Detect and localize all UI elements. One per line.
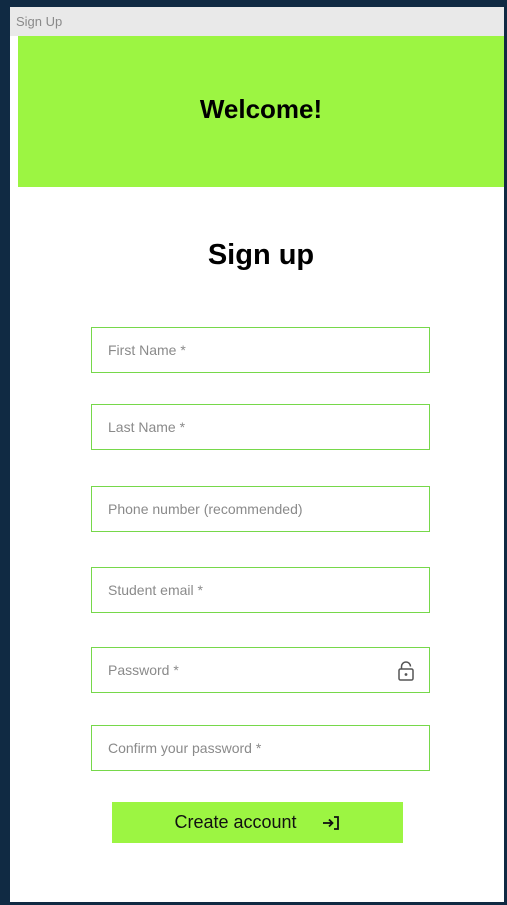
student-email-input[interactable]: [92, 568, 429, 612]
confirm-password-field[interactable]: [91, 725, 430, 771]
phone-field[interactable]: [91, 486, 430, 532]
signup-form: Sign up Create account: [18, 187, 504, 902]
password-field[interactable]: [91, 647, 430, 693]
sign-in-arrow-icon: [322, 815, 339, 830]
signup-window: Sign Up Welcome! Sign up First Name * La…: [10, 7, 504, 902]
welcome-text: Welcome!: [199, 94, 323, 124]
create-account-button[interactable]: Create account: [112, 802, 403, 843]
window-title: Sign Up: [10, 7, 504, 36]
last-name-input[interactable]: [92, 405, 429, 449]
student-email-field[interactable]: [91, 567, 430, 613]
create-account-label: Create account: [174, 812, 297, 832]
confirm-password-input[interactable]: [92, 726, 429, 770]
lock-icon[interactable]: [397, 660, 415, 682]
form-heading: Sign up: [207, 239, 315, 271]
first-name-field[interactable]: [91, 327, 430, 373]
first-name-input[interactable]: [92, 328, 429, 372]
welcome-banner: Welcome!: [18, 36, 504, 187]
phone-input[interactable]: [92, 487, 429, 531]
last-name-field[interactable]: [91, 404, 430, 450]
password-input[interactable]: [92, 648, 429, 692]
